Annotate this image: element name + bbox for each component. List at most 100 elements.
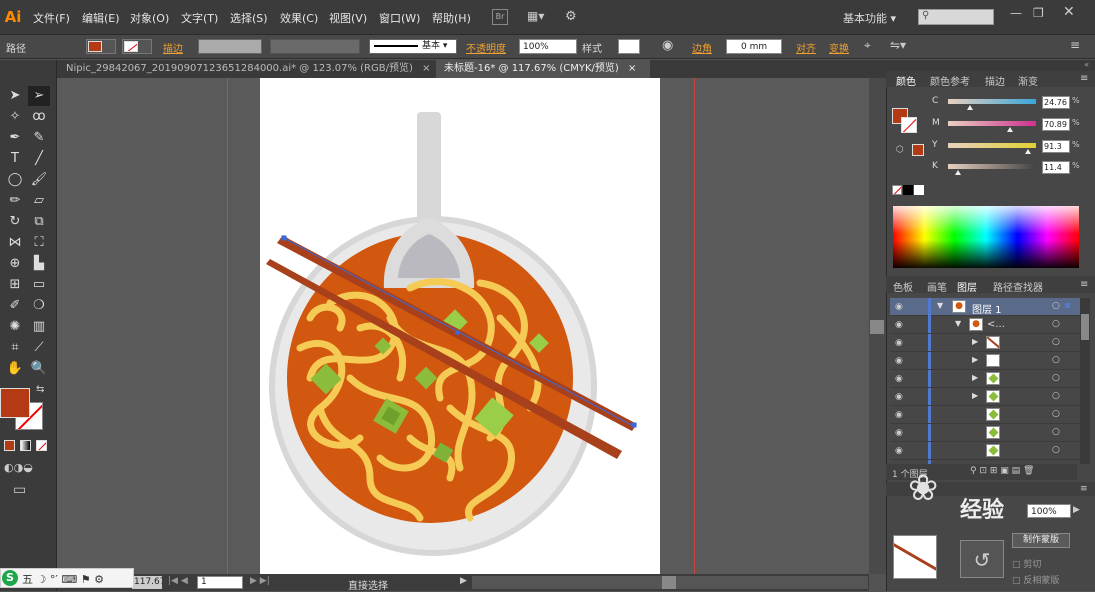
group-name[interactable]: <... — [987, 319, 1005, 330]
panel-collapse-bar[interactable]: « — [886, 60, 1095, 71]
target-icon[interactable]: ○ — [1052, 445, 1060, 455]
layer-name[interactable]: 图层 1 — [972, 301, 1002, 316]
recolor-artwork-icon[interactable]: ◉ — [662, 38, 673, 53]
transparency-panel-menu-icon[interactable]: ≡ — [1080, 484, 1088, 494]
menu-edit[interactable]: 编辑(E) — [82, 10, 120, 26]
variable-width-profile[interactable] — [270, 39, 360, 54]
transform-link[interactable]: 变换 — [829, 40, 849, 55]
first-page-icon[interactable]: |◀ ◀ — [168, 576, 188, 586]
none-mode-button[interactable] — [36, 440, 47, 451]
symbol-sprayer-icon[interactable]: ✺ — [4, 317, 26, 337]
visibility-eye-icon[interactable]: ◉ — [895, 392, 909, 402]
swap-colors-icon[interactable]: ⇆ — [36, 384, 44, 395]
transparency-opacity-field[interactable]: 100% — [1027, 504, 1071, 518]
target-icon[interactable]: ○ — [1052, 301, 1060, 311]
target-icon[interactable]: ○ — [1052, 373, 1060, 383]
opacity-label[interactable]: 不透明度 — [466, 40, 506, 55]
mesh-tool-icon[interactable]: ⊞ — [4, 275, 26, 295]
channel-slider-k[interactable] — [948, 164, 1036, 169]
visibility-eye-icon[interactable]: ◉ — [895, 374, 909, 384]
menu-file[interactable]: 文件(F) — [33, 10, 70, 26]
gradient-mode-button[interactable] — [20, 440, 31, 451]
direct-selection-tool-icon[interactable]: ➢ — [28, 86, 50, 106]
selection-indicator[interactable] — [1065, 303, 1070, 308]
menu-type[interactable]: 文字(T) — [181, 10, 218, 26]
out-of-gamut-icon[interactable]: ⬡ — [896, 145, 904, 155]
channel-value-c[interactable]: 24.76 — [1042, 96, 1070, 109]
tab-color[interactable]: 颜色 — [896, 73, 916, 88]
paintbrush-icon[interactable]: 🖌 — [28, 170, 50, 190]
channel-slider-m[interactable] — [948, 121, 1036, 126]
channel-slider-y[interactable] — [948, 143, 1036, 148]
document-tab-nipic[interactable]: Nipic_29842067_20190907123651284000.ai* … — [58, 60, 436, 78]
visibility-eye-icon[interactable]: ◉ — [895, 302, 909, 312]
corner-radius-field[interactable]: 0 mm — [726, 39, 782, 54]
white-swatch[interactable] — [914, 185, 924, 195]
restore-button[interactable]: ❐ — [1033, 6, 1044, 20]
visibility-eye-icon[interactable]: ◉ — [895, 410, 909, 420]
expand-arrow-icon[interactable]: ▶ — [972, 355, 978, 364]
mask-link-icon[interactable]: ↺ — [960, 540, 1004, 578]
curvature-tool-icon[interactable]: ✎ — [28, 128, 50, 148]
ime-buttons[interactable]: 五 ☽ °′ ⌨ ⚑ ⚙ — [22, 571, 104, 587]
control-bar-menu-icon[interactable]: ≡ — [1070, 38, 1080, 52]
arrange-documents-icon[interactable]: ▦▾ — [527, 9, 551, 25]
menu-view[interactable]: 视图(V) — [329, 10, 367, 26]
workspace-switcher[interactable]: 基本功能 ▾ — [843, 10, 896, 26]
expand-arrow-icon[interactable]: ▼ — [955, 319, 961, 328]
close-tab-icon[interactable]: × — [422, 63, 430, 74]
brush-definition-select[interactable]: 基本 ▾ — [369, 39, 457, 54]
graphic-style-swatch[interactable] — [618, 39, 640, 54]
tab-gradient[interactable]: 渐变 — [1018, 73, 1038, 88]
expand-arrow-icon[interactable]: ▶ — [972, 373, 978, 382]
panel-stroke-swatch[interactable] — [901, 117, 917, 133]
invert-mask-checkbox[interactable]: □ 反相蒙版 — [1012, 573, 1059, 586]
tab-color-guide[interactable]: 颜色参考 — [930, 73, 970, 88]
expand-arrow-icon[interactable]: ▶ — [972, 337, 978, 346]
menu-window[interactable]: 窗口(W) — [379, 10, 420, 26]
close-tab-icon[interactable]: × — [628, 63, 636, 74]
scale-tool-icon[interactable]: ⧉ — [28, 212, 50, 232]
horizontal-scrollbar[interactable] — [472, 576, 868, 589]
screen-mode-icon[interactable]: ▭ — [13, 482, 26, 498]
search-input[interactable]: ⚲ — [918, 9, 994, 25]
stroke-label[interactable]: 描边 — [163, 40, 183, 55]
tab-brushes[interactable]: 画笔 — [927, 279, 947, 294]
target-icon[interactable]: ○ — [1052, 355, 1060, 365]
fill-swatch[interactable] — [86, 39, 116, 54]
layers-panel-menu-icon[interactable]: ≡ — [1080, 279, 1088, 290]
free-transform-icon[interactable]: ⛶ — [28, 233, 50, 253]
slider-handle[interactable] — [1007, 127, 1013, 132]
channel-value-y[interactable]: 91.3 — [1042, 140, 1070, 153]
sogou-logo-icon[interactable]: S — [2, 570, 18, 586]
opacity-dropdown-icon[interactable]: ▶ — [1073, 505, 1080, 515]
visibility-eye-icon[interactable]: ◉ — [895, 356, 909, 366]
visibility-eye-icon[interactable]: ◉ — [895, 320, 909, 330]
slider-handle[interactable] — [967, 105, 973, 110]
target-icon[interactable]: ○ — [1052, 427, 1060, 437]
graph-tool-icon[interactable]: ▥ — [28, 317, 50, 337]
stroke-swatch[interactable] — [122, 39, 152, 54]
page-field[interactable]: 1 — [197, 576, 243, 589]
corner-label[interactable]: 边角 — [692, 40, 712, 55]
clip-checkbox[interactable]: □ 剪切 — [1012, 557, 1041, 570]
gpu-performance-icon[interactable]: ⚙ — [565, 9, 583, 25]
make-mask-button[interactable]: 制作蒙版 — [1012, 533, 1070, 548]
slider-handle[interactable] — [955, 170, 961, 175]
target-icon[interactable]: ○ — [1052, 409, 1060, 419]
status-menu-arrow[interactable]: ▶ — [460, 576, 467, 586]
blend-tool-icon[interactable]: ❍ — [28, 296, 50, 316]
color-spectrum[interactable] — [893, 206, 1079, 268]
shape-builder-icon[interactable]: ⊕ — [4, 254, 26, 274]
menu-effect[interactable]: 效果(C) — [280, 10, 318, 26]
target-icon[interactable]: ○ — [1052, 337, 1060, 347]
vertical-scrollbar[interactable] — [869, 78, 886, 574]
slider-handle[interactable] — [1025, 149, 1031, 154]
lasso-icon[interactable]: ꝏ — [28, 107, 50, 127]
none-swatch[interactable] — [892, 185, 902, 195]
tab-layers[interactable]: 图层 — [957, 279, 977, 294]
menu-select[interactable]: 选择(S) — [230, 10, 268, 26]
width-tool-icon[interactable]: ⋈ — [4, 233, 26, 253]
stroke-weight-field[interactable] — [198, 39, 262, 54]
type-tool-icon[interactable]: T — [4, 149, 26, 169]
